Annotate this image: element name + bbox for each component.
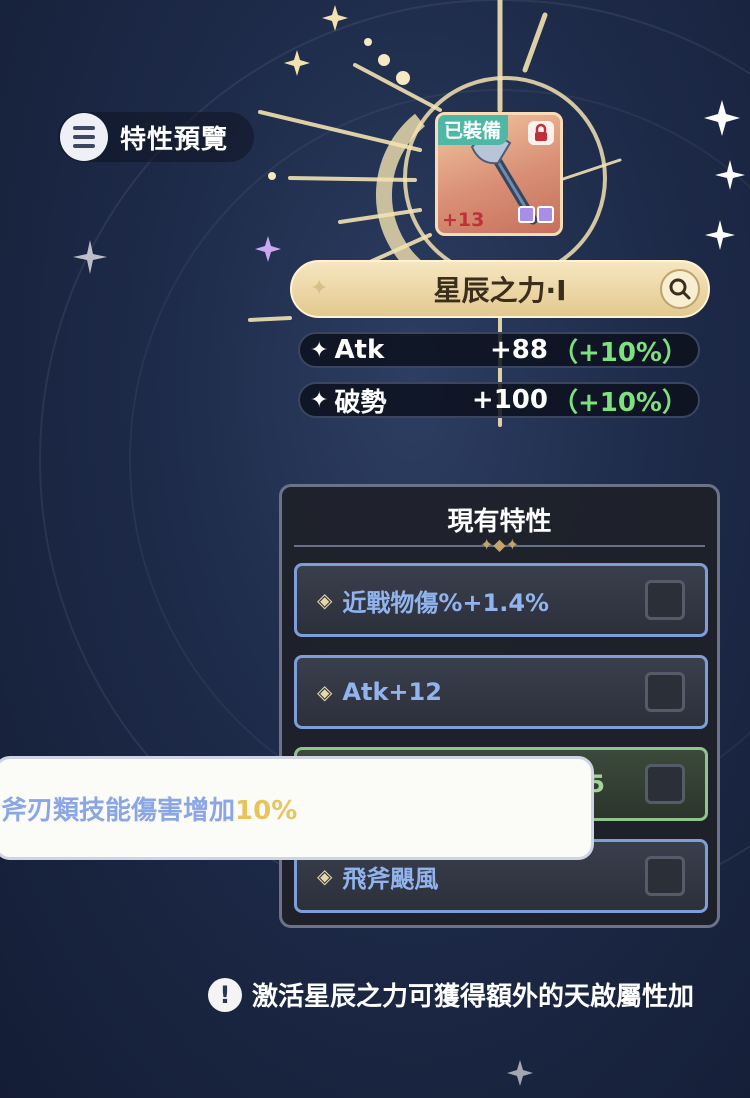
search-button[interactable] xyxy=(660,269,700,309)
star-power-title-bar: ✦ 星辰之力·I xyxy=(290,260,710,318)
stat-percent: （+10%） xyxy=(551,337,688,368)
gem-slots xyxy=(516,206,554,227)
gem-icon xyxy=(537,206,554,223)
gem-icon xyxy=(518,206,535,223)
trait-checkbox[interactable] xyxy=(645,672,685,712)
warning-icon: ! xyxy=(208,977,242,1012)
weapon-level: +13 xyxy=(442,209,485,231)
trait-tooltip: 斧刃類技能傷害增加10% xyxy=(0,756,594,860)
tooltip-value: 10% xyxy=(235,795,298,826)
footer-text: 激活星辰之力可獲得額外的天啟屬性加 xyxy=(252,982,695,1012)
trait-label: 飛斧颶風 xyxy=(342,864,439,893)
stat-value: +88 xyxy=(490,335,548,365)
list-icon xyxy=(60,113,108,161)
tooltip-description: 斧刃類技能傷害增加 xyxy=(1,795,236,826)
diamond-icon: ◈ xyxy=(317,588,333,612)
trait-preview-button[interactable]: 特性預覽 xyxy=(58,112,254,162)
stat-name: 破勢 xyxy=(334,387,387,418)
stat-name: Atk xyxy=(334,335,385,365)
trait-label: 近戰物傷%+1.4% xyxy=(342,588,550,617)
lock-icon[interactable] xyxy=(528,121,554,145)
trait-row[interactable]: ◈ 近戰物傷%+1.4% xyxy=(294,563,708,637)
weapon-card[interactable]: 已裝備 +13 xyxy=(435,112,563,236)
trait-checkbox[interactable] xyxy=(645,856,685,896)
star-power-title: 星辰之力·I xyxy=(433,274,567,307)
divider-ornament-icon: ✦◆✦ xyxy=(479,535,520,554)
sparkle-icon: ✦ xyxy=(310,276,329,301)
search-icon xyxy=(669,278,691,300)
stat-percent: （+10%） xyxy=(551,387,688,418)
panel-title: 現有特性 xyxy=(447,507,552,537)
stat-row-break: ✦ 破勢 +100 （+10%） xyxy=(298,382,700,418)
tooltip-text: 斧刃類技能傷害增加10% xyxy=(1,790,297,827)
trait-row[interactable]: ◈ Atk+12 xyxy=(294,655,708,729)
star-icon: ✦ xyxy=(310,337,329,363)
equipped-badge: 已裝備 xyxy=(438,115,509,145)
diamond-icon: ◈ xyxy=(317,864,333,888)
trait-label: Atk+12 xyxy=(342,678,442,706)
star-icon: ✦ xyxy=(310,387,329,413)
trait-checkbox[interactable] xyxy=(645,580,685,620)
stat-value: +100 xyxy=(471,385,548,415)
stat-row-atk: ✦ Atk +88 （+10%） xyxy=(298,332,700,368)
footer-hint: ! 激活星辰之力可獲得額外的天啟屬性加 xyxy=(208,976,694,1013)
diamond-icon: ◈ xyxy=(317,680,333,704)
current-traits-panel: 現有特性 ✦◆✦ ◈ 近戰物傷%+1.4% ◈ Atk+12 ◈ 5 ◈ 飛斧颶… xyxy=(279,484,720,928)
trait-preview-label: 特性預覽 xyxy=(120,124,229,155)
trait-checkbox[interactable] xyxy=(645,764,685,804)
